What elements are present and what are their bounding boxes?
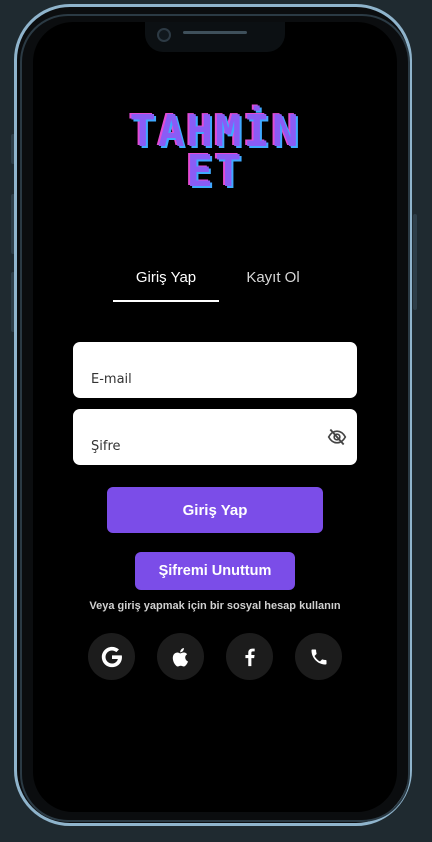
login-button[interactable]: Giriş Yap [107, 487, 323, 533]
social-login-caption: Veya giriş yapmak için bir sosyal hesap … [89, 600, 341, 612]
phone-speaker [183, 31, 247, 34]
email-field[interactable] [91, 368, 321, 390]
facebook-login-button[interactable] [226, 633, 273, 680]
app-logo: TAHMİN ET [33, 110, 397, 197]
email-field-container [73, 342, 357, 398]
phone-login-button[interactable] [295, 633, 342, 680]
password-field-container [73, 409, 357, 465]
logo-line-2: ET [186, 146, 244, 197]
tab-login[interactable]: Giriş Yap [113, 258, 219, 300]
eye-off-icon[interactable] [327, 427, 347, 447]
front-camera-icon [157, 28, 171, 42]
apple-login-button[interactable] [157, 633, 204, 680]
phone-icon [311, 649, 326, 664]
forgot-password-button[interactable]: Şifremi Unuttum [135, 552, 295, 590]
page-background: TAHMİN ET Giriş Yap Kayıt Ol Giri [0, 0, 432, 842]
tab-register[interactable]: Kayıt Ol [225, 258, 321, 300]
active-tab-indicator [113, 300, 219, 302]
phone-notch [145, 22, 285, 52]
auth-tabs: Giriş Yap Kayıt Ol [113, 258, 319, 302]
app-screen: TAHMİN ET Giriş Yap Kayıt Ol Giri [33, 22, 397, 812]
phone-power-button [413, 214, 417, 310]
google-icon [101, 646, 122, 667]
password-field[interactable] [91, 435, 321, 457]
google-login-button[interactable] [88, 633, 135, 680]
facebook-icon [244, 648, 255, 666]
apple-icon [172, 647, 188, 666]
social-login-row [88, 633, 344, 681]
